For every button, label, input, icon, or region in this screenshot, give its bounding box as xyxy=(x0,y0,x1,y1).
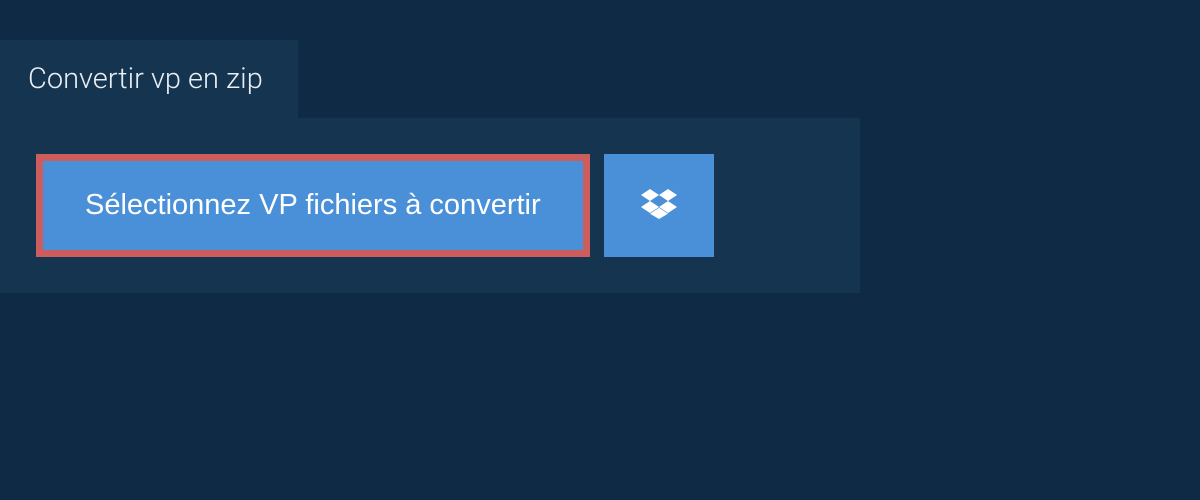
select-files-button[interactable]: Sélectionnez VP fichiers à convertir xyxy=(36,154,590,257)
tab-title: Convertir vp en zip xyxy=(28,62,263,96)
dropbox-icon xyxy=(641,186,677,225)
conversion-widget: Convertir vp en zip Sélectionnez VP fich… xyxy=(0,0,1200,293)
tab-header: Convertir vp en zip xyxy=(0,40,298,118)
select-files-label: Sélectionnez VP fichiers à convertir xyxy=(85,189,541,222)
dropbox-button[interactable] xyxy=(604,154,714,257)
content-panel: Sélectionnez VP fichiers à convertir xyxy=(0,118,860,293)
